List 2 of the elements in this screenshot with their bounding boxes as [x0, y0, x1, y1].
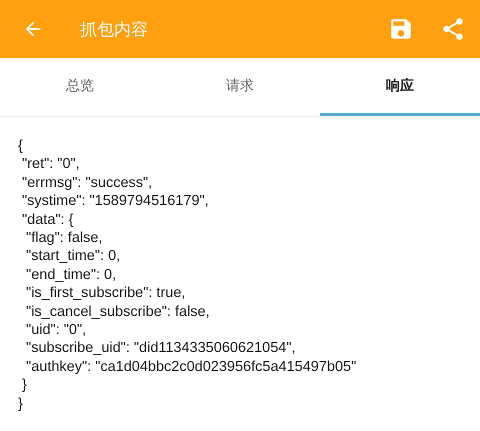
response-json-text: { "ret": "0", "errmsg": "success", "systime": "1589794516179", "data": { "flag": false, "start_time": 0, "end_time": 0, "is_first_subscribe": true, "is_cancel_subscribe": false, "uid": "0", "subscribe_uid": "did1134335060621054", "authkey": "ca1d04bbc2c0d023956fc5a415497b05" } } [17, 137, 358, 414]
screen-title: 抓包内容 [80, 18, 148, 40]
